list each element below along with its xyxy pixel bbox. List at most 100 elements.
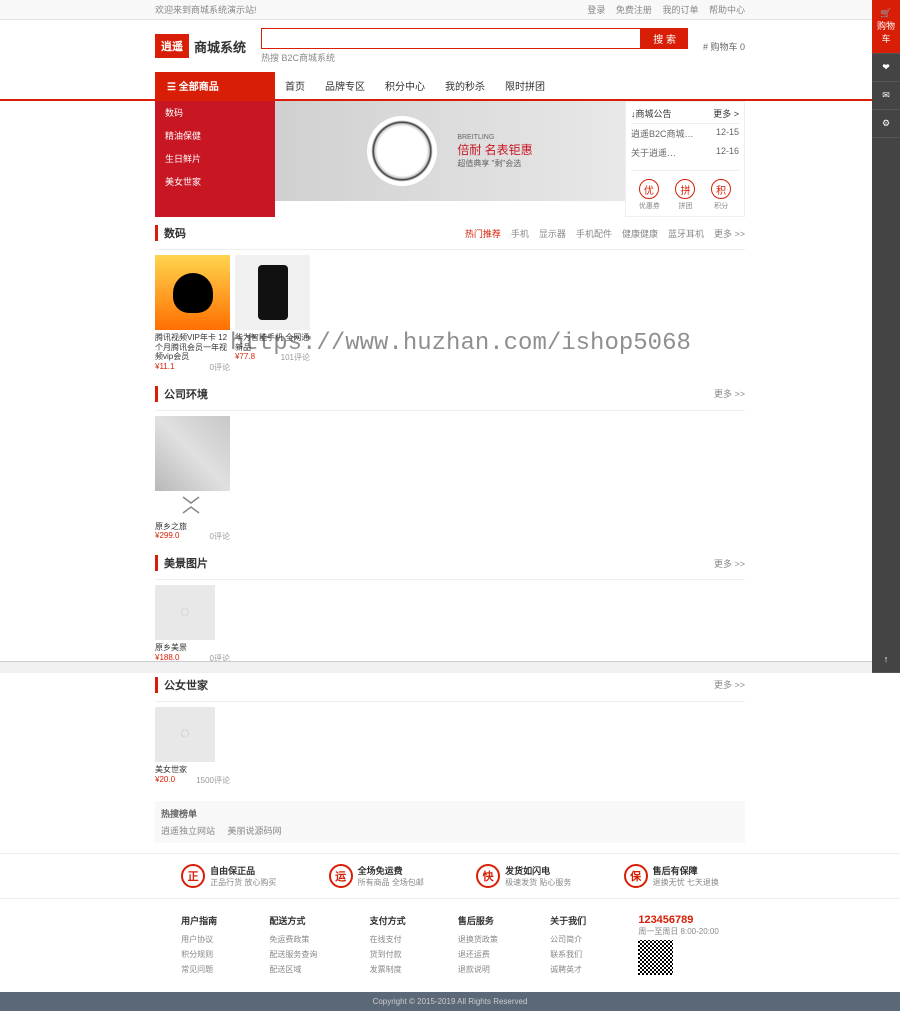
nav-seckill[interactable]: 我的秒杀 bbox=[435, 72, 495, 99]
product-image bbox=[173, 273, 213, 313]
header: 逍遥 商城系统 搜 索 热搜 B2C商城系统 # 购物车 0 bbox=[0, 20, 900, 72]
topbar: 欢迎来到商城系统演示站! 登录 免费注册 我的订单 帮助中心 bbox=[0, 0, 900, 20]
nav-brand[interactable]: 品牌专区 bbox=[315, 72, 375, 99]
banner-subhead: 超值典享 "剩"会选 bbox=[457, 158, 532, 169]
product-eval: 1500评论 bbox=[196, 775, 230, 786]
product-card[interactable]: ◌ 美女世家 ¥20.01500评论 bbox=[155, 707, 230, 786]
news-title: ↓商城公告 bbox=[631, 107, 672, 120]
tab-health[interactable]: 健康健康 bbox=[622, 227, 658, 240]
section-title-env: 公司环境 bbox=[155, 386, 208, 402]
search-button[interactable]: 搜 索 bbox=[641, 28, 688, 49]
section-more[interactable]: 更多 >> bbox=[714, 678, 745, 691]
product-title: 华为智能手机 全网通 新品 bbox=[235, 333, 310, 352]
footer-link[interactable]: 配送服务查询 bbox=[269, 947, 317, 962]
tab-accessory[interactable]: 手机配件 bbox=[576, 227, 612, 240]
group-icon[interactable]: 拼 bbox=[675, 179, 695, 199]
product-title: 美女世家 bbox=[155, 765, 230, 775]
nav-points[interactable]: 积分中心 bbox=[375, 72, 435, 99]
news-more[interactable]: 更多 > bbox=[713, 107, 739, 120]
horizontal-scrollbar[interactable] bbox=[0, 661, 872, 673]
floating-sidebar: 🛒 购物车 ❤ ✉ ⚙ ↑ bbox=[872, 0, 900, 673]
rs-fav[interactable]: ❤ bbox=[872, 54, 900, 82]
product-card[interactable]: 腾讯视频VIP年卡 12个月腾讯会员一年视频vip会员 ¥11.10评论 bbox=[155, 255, 230, 373]
service-freeship: 运 全场免运费所有商品 全场包邮 bbox=[329, 864, 424, 888]
hot-search-section: 热搜榜单 逍遥独立网站 美丽说源码网 bbox=[155, 801, 745, 843]
logo-text: 商城系统 bbox=[194, 37, 246, 56]
product-card[interactable]: 华为智能手机 全网通 新品 ¥77.8101评论 bbox=[235, 255, 310, 373]
tab-phone[interactable]: 手机 bbox=[511, 227, 529, 240]
footer-link[interactable]: 免运费政策 bbox=[269, 932, 317, 947]
footer-link[interactable]: 配送区域 bbox=[269, 962, 317, 977]
footer-link[interactable]: 发票制度 bbox=[370, 962, 406, 977]
footer-hours: 周一至周日 8:00-20:00 bbox=[638, 926, 718, 937]
footer-col-contact: 123456789 周一至周日 8:00-20:00 bbox=[638, 914, 718, 977]
warranty-icon: 保 bbox=[624, 864, 648, 888]
tab-monitor[interactable]: 显示器 bbox=[539, 227, 566, 240]
nav-group[interactable]: 限时拼团 bbox=[495, 72, 555, 99]
sidebar-item-digital[interactable]: 数码 bbox=[155, 101, 275, 124]
chair-icon bbox=[179, 495, 207, 515]
sidebar-item-bouquet[interactable]: 生日鲜片 bbox=[155, 147, 275, 170]
sidebar-item-health[interactable]: 精油保健 bbox=[155, 124, 275, 147]
news-item[interactable]: 逍遥B2C商城…12-15 bbox=[631, 124, 739, 143]
rs-settings[interactable]: ⚙ bbox=[872, 110, 900, 138]
orders-link[interactable]: 我的订单 bbox=[662, 5, 698, 15]
points-icon[interactable]: 积 bbox=[711, 179, 731, 199]
footer-link[interactable]: 在线支付 bbox=[370, 932, 406, 947]
help-link[interactable]: 帮助中心 bbox=[709, 5, 745, 15]
hot-search-item[interactable]: 美丽说源码网 bbox=[228, 826, 282, 836]
footer-link[interactable]: 用户协议 bbox=[181, 932, 217, 947]
banner-headline: 倍耐 名表钜惠 bbox=[457, 141, 532, 158]
footer-col-about: 关于我们 公司简介 联系我们 诚聘英才 bbox=[550, 914, 586, 977]
service-fast: 快 发货如闪电极速发货 贴心服务 bbox=[476, 864, 571, 888]
nav-home[interactable]: 首页 bbox=[275, 72, 315, 99]
news-panel: ↓商城公告 更多 > 逍遥B2C商城…12-15 关于逍遥…12-16 优 优惠… bbox=[625, 101, 745, 217]
cart-link[interactable]: # 购物车 0 bbox=[703, 40, 745, 53]
footer-link[interactable]: 退还运费 bbox=[458, 947, 498, 962]
footer-link[interactable]: 公司简介 bbox=[550, 932, 586, 947]
footer-link[interactable]: 积分规则 bbox=[181, 947, 217, 962]
footer-link[interactable]: 诚聘英才 bbox=[550, 962, 586, 977]
hot-search-item[interactable]: 逍遥独立网站 bbox=[161, 826, 215, 836]
nav-category-all[interactable]: ☰ 全部商品 bbox=[155, 72, 275, 99]
service-warranty: 保 售后有保障退换无忧 七天退换 bbox=[624, 864, 719, 888]
footer-col-payment: 支付方式 在线支付 货到付款 发票制度 bbox=[370, 914, 406, 977]
product-price: ¥11.1 bbox=[155, 362, 174, 373]
search-input[interactable] bbox=[261, 28, 641, 49]
product-card[interactable]: ◌ 原乡美景 ¥188.00评论 bbox=[155, 585, 230, 664]
product-title: 腾讯视频VIP年卡 12个月腾讯会员一年视频vip会员 bbox=[155, 333, 230, 362]
tab-bluetooth[interactable]: 蓝牙耳机 bbox=[668, 227, 704, 240]
coupon-icon[interactable]: 优 bbox=[639, 179, 659, 199]
footer-link[interactable]: 常见问题 bbox=[181, 962, 217, 977]
footer-link[interactable]: 货到付款 bbox=[370, 947, 406, 962]
news-item[interactable]: 关于逍遥…12-16 bbox=[631, 143, 739, 162]
login-link[interactable]: 登录 bbox=[587, 5, 605, 15]
hot-words[interactable]: 热搜 B2C商城系统 bbox=[261, 51, 688, 64]
hero-banner[interactable]: BREITLING 倍耐 名表钜惠 超值典享 "剩"会选 bbox=[275, 101, 625, 201]
section-title-beauty: 公女世家 bbox=[155, 677, 208, 693]
rs-cart[interactable]: 🛒 购物车 bbox=[872, 0, 900, 54]
hot-search-title: 热搜榜单 bbox=[161, 807, 739, 820]
section-title-digital: 数码 bbox=[155, 225, 186, 241]
section-more[interactable]: 更多 >> bbox=[714, 387, 745, 400]
watch-image bbox=[367, 116, 437, 186]
logo-badge: 逍遥 bbox=[155, 34, 189, 58]
sidebar-item-beauty[interactable]: 美女世家 bbox=[155, 170, 275, 193]
rs-top[interactable]: ↑ bbox=[872, 646, 900, 673]
section-more[interactable]: 更多 >> bbox=[714, 227, 745, 240]
footer-link[interactable]: 退换货政策 bbox=[458, 932, 498, 947]
register-link[interactable]: 免费注册 bbox=[616, 5, 652, 15]
footer-link[interactable]: 联系我们 bbox=[550, 947, 586, 962]
genuine-icon: 正 bbox=[181, 864, 205, 888]
logo[interactable]: 逍遥 商城系统 bbox=[155, 34, 246, 58]
section-more[interactable]: 更多 >> bbox=[714, 557, 745, 570]
product-card[interactable]: 原乡之旅 ¥299.00评论 bbox=[155, 416, 230, 543]
section-title-scenery: 美景图片 bbox=[155, 555, 208, 571]
footer-col-aftersales: 售后服务 退换货政策 退还运费 退款说明 bbox=[458, 914, 498, 977]
tab-hot[interactable]: 热门推荐 bbox=[465, 227, 501, 240]
loading-icon: ◌ bbox=[155, 707, 215, 762]
footer-link[interactable]: 退款说明 bbox=[458, 962, 498, 977]
product-title: 原乡之旅 bbox=[155, 522, 230, 532]
rs-msg[interactable]: ✉ bbox=[872, 82, 900, 110]
category-sidebar: 数码 精油保健 生日鲜片 美女世家 bbox=[155, 101, 275, 217]
